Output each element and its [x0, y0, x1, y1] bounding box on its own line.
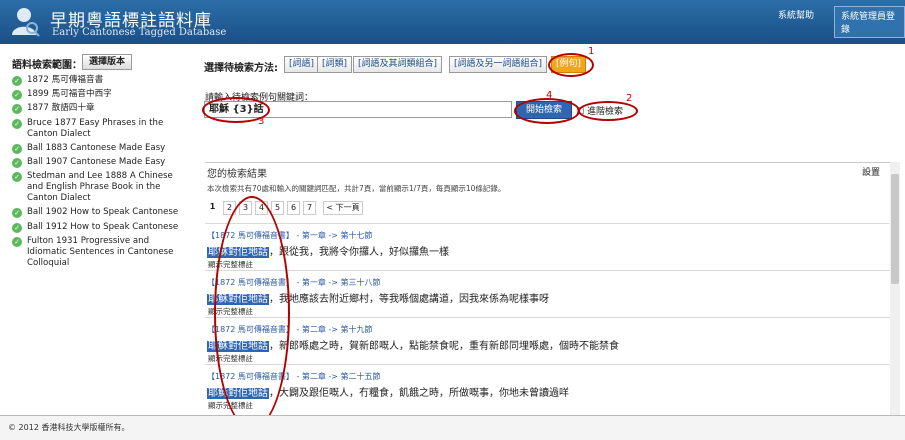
annotation-oval-results: [214, 196, 290, 430]
check-icon: ✓: [12, 172, 22, 183]
corpus-item: ✓ Ball 1912 How to Speak Cantonese: [12, 222, 188, 233]
corpus-item-label: Ball 1907 Cantonese Made Easy: [27, 156, 166, 167]
page-link[interactable]: 1: [207, 201, 218, 213]
search-method-label: 選擇待檢索方法:: [204, 63, 278, 74]
corpus-item-label: 1877 散語四十章: [27, 103, 95, 114]
check-icon: ✓: [12, 76, 22, 86]
method-pos-button[interactable]: [詞類]: [317, 56, 353, 73]
user-search-icon: [12, 8, 40, 37]
results-title: 您的檢索結果: [207, 169, 267, 180]
result-item: 【1872 馬可傳福音書】 - 第二章 -> 第二十五節 耶穌對佢地話，大闢及跟…: [205, 364, 890, 411]
check-icon: ✓: [12, 90, 22, 101]
annotation-number: 1: [588, 46, 595, 57]
corpus-item-label: Ball 1912 How to Speak Cantonese: [27, 221, 179, 232]
corpus-item-label: 1899 馬可福音中西字: [27, 89, 112, 100]
app-header: 早期粵語標註語料庫 Early Cantonese Tagged Databas…: [0, 0, 905, 44]
annotation-oval-search: [514, 98, 580, 124]
page-link[interactable]: 6: [287, 201, 300, 215]
annotation-number: 2: [626, 93, 633, 104]
result-item: 【1872 馬可傳福音書】 - 第二章 -> 第十九節 耶穌對佢地話，新郎喺處之…: [205, 317, 890, 364]
next-page-button[interactable]: < 下一頁: [323, 201, 363, 215]
sentence-rest: ，大闢及跟佢嘅人，冇糧食，飢餓之時，所做嘅事，你地未曾讀過咩: [269, 388, 569, 399]
corpus-item: ✓ 1877 散語四十章: [12, 103, 188, 115]
corpus-item-label: Bruce 1877 Easy Phrases in the Canton Di…: [27, 117, 164, 139]
check-icon: ✓: [12, 236, 22, 247]
corpus-item-label: Stedman and Lee 1888 A Chinese and Engli…: [27, 171, 173, 204]
select-version-button[interactable]: 選擇版本: [82, 54, 132, 70]
annotation-number: 4: [546, 90, 553, 101]
results-summary: 本次檢索共有70處和輸入的關鍵詞匹配，共計7頁，當前顯示1/7頁，每頁顯示10條…: [207, 184, 506, 193]
corpus-list: ✓ 1872 馬可傳福音書 ✓ 1899 馬可福音中西字 ✓ 1877 散語四十章 ✓…: [12, 75, 188, 272]
sentence-rest: ，我地應該去附近鄉村，等我喺個處講道，因我來係為呢樣事呀: [269, 294, 549, 305]
corpus-item: ✓ Ball 1907 Cantonese Made Easy: [12, 157, 188, 168]
check-icon: ✓: [12, 118, 22, 129]
corpus-item: ✓ Ball 1902 How to Speak Cantonese: [12, 207, 188, 219]
method-word-word-button[interactable]: [詞語及另一詞語組合]: [449, 56, 548, 73]
corpus-item-label: Ball 1902 How to Speak Cantonese: [27, 207, 179, 218]
check-icon: ✓: [12, 157, 22, 168]
page-link[interactable]: 5: [271, 201, 284, 215]
corpus-item-label: Fulton 1931 Progressive and Idiomatic Se…: [27, 235, 174, 268]
corpus-item: ✓ Stedman and Lee 1888 A Chinese and Engl…: [12, 171, 188, 204]
corpus-item: ✓ 1872 馬可傳福音書: [12, 75, 188, 86]
method-word-button[interactable]: [詞語]: [284, 56, 320, 73]
method-word-pos-button[interactable]: [詞語及其詞類組合]: [353, 56, 443, 73]
scrollbar-thumb[interactable]: [891, 174, 899, 284]
admin-login-button[interactable]: 系統管理員登錄: [834, 6, 905, 38]
page-link[interactable]: 7: [303, 201, 316, 215]
corpus-item-label: 1872 馬可傳福音書: [27, 75, 104, 85]
copyright-text: © 2012 香港科技大學版權所有。: [8, 423, 130, 432]
results-scrollbar[interactable]: [890, 162, 900, 415]
corpus-item: ✓ Fulton 1931 Progressive and Idiomatic S…: [12, 236, 188, 269]
corpus-item: ✓ Bruce 1877 Easy Phrases in the Canton D…: [12, 118, 188, 140]
result-item: 【1872 馬可傳福音書】 - 第一章 -> 第十七節 耶穌對佢地話，跟從我，我…: [205, 223, 890, 270]
footer: © 2012 香港科技大學版權所有。: [0, 415, 905, 440]
check-icon: ✓: [12, 222, 22, 233]
help-link[interactable]: 系統幫助: [772, 6, 820, 23]
result-item: 【1872 馬可傳福音書】 - 第一章 -> 第三十八節 耶穌對佢地話，我地應該…: [205, 270, 890, 317]
check-icon: ✓: [12, 208, 22, 219]
annotation-oval-advanced: [578, 101, 638, 121]
sidebar: 語料檢索範圍： 選擇版本 ✓ 1872 馬可傳福音書 ✓ 1899 馬可福音中西字 …: [0, 50, 188, 415]
corpus-item: ✓ Ball 1883 Cantonese Made Easy: [12, 143, 188, 154]
sentence-rest: ，跟從我，我將令你攞人，好似攞魚一樣: [269, 247, 449, 258]
check-icon: ✓: [12, 143, 22, 154]
app-subtitle: Early Cantonese Tagged Database: [52, 27, 227, 38]
corpus-item-label: Ball 1883 Cantonese Made Easy: [27, 142, 166, 153]
annotation-number: 3: [258, 116, 265, 127]
check-icon: ✓: [12, 104, 22, 115]
sentence-rest: ，新郎喺處之時，賀新郎嘅人，點能禁食呢，重有新郎同埋喺處，個時不能禁食: [269, 341, 619, 352]
corpus-item: ✓ 1899 馬可福音中西字: [12, 89, 188, 101]
results-panel: 您的檢索結果 設置 本次檢索共有70處和輸入的關鍵詞匹配，共計7頁，當前顯示1/…: [205, 162, 890, 416]
settings-link[interactable]: 設置: [862, 165, 880, 178]
corpus-scope-label: 語料檢索範圍：: [12, 60, 82, 71]
